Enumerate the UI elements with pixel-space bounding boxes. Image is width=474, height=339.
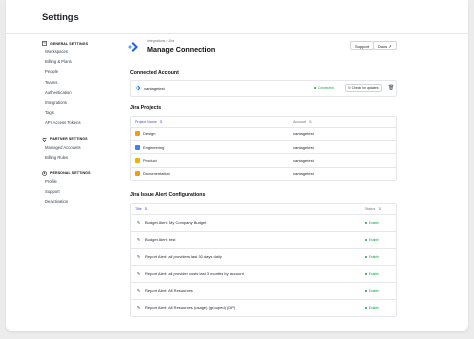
general-settings-heading: GENERAL SETTINGS xyxy=(42,40,114,47)
sidebar-item-deactivation[interactable]: Deactivation xyxy=(42,197,114,207)
project-account: vantagetest xyxy=(293,158,314,164)
project-account: vantagetest xyxy=(293,144,314,150)
status-badge: Enable xyxy=(365,289,379,293)
status-dot-icon xyxy=(365,306,368,309)
page-title: Settings xyxy=(42,12,79,23)
connected-status-badge: Connected xyxy=(314,86,334,90)
sidebar-item-tags[interactable]: Tags xyxy=(42,108,114,118)
breadcrumb[interactable]: Integrations › Jira xyxy=(147,39,174,43)
project-documentation-icon xyxy=(135,171,140,177)
project-design-icon xyxy=(135,131,140,137)
jira-icon xyxy=(135,85,141,92)
sidebar-item-workspaces[interactable]: Workspaces xyxy=(42,47,114,57)
status-badge: Enable xyxy=(365,306,379,310)
column-account[interactable]: Account ⇅ xyxy=(293,120,312,124)
trash-icon[interactable]: 🗑 xyxy=(388,85,394,91)
sidebar-item-integrations[interactable]: Integrations xyxy=(42,98,114,108)
project-account: vantagetest xyxy=(293,171,314,177)
handshake-icon xyxy=(42,137,47,142)
user-icon xyxy=(42,171,47,176)
jira-projects-heading: Jira Projects xyxy=(130,105,162,111)
edit-pencil-icon[interactable]: ✎ xyxy=(135,236,142,243)
sidebar-item-support[interactable]: Support xyxy=(42,187,114,197)
table-row[interactable]: Documentation vantagetest xyxy=(131,166,396,180)
alert-configs-table: Title ⇅ Status ⇅ ✎ Budget Alert: My Comp… xyxy=(130,203,397,317)
status-dot-icon xyxy=(365,221,368,224)
sidebar-item-billing-plans[interactable]: Billing & Plans xyxy=(42,57,114,67)
table-row[interactable]: ✎ Report Alert: all providers last 30 da… xyxy=(131,247,396,265)
status-dot-icon xyxy=(365,238,368,241)
sidebar-item-profile[interactable]: Profile xyxy=(42,177,114,187)
header-divider xyxy=(6,33,468,34)
status-badge: Enable xyxy=(365,238,379,242)
status-badge: Enable xyxy=(365,255,379,259)
table-row[interactable]: ✎ Report Alert: all provider costs last … xyxy=(131,264,396,282)
project-account: vantagetest xyxy=(293,131,314,137)
sort-icon: ⇅ xyxy=(309,119,313,124)
table-row[interactable]: Product vantagetest xyxy=(131,153,396,166)
sidebar-item-teams[interactable]: Teams xyxy=(42,78,114,88)
sidebar-item-billing-rules[interactable]: Billing Rules xyxy=(42,153,114,163)
table-row[interactable]: ✎ Budget Alert: test Enable xyxy=(131,230,396,248)
personal-settings-heading: PERSONAL SETTINGS xyxy=(42,170,114,177)
refresh-icon: ↻ xyxy=(348,86,351,90)
alert-configs-heading: Jira Issue Alert Configurations xyxy=(130,192,206,198)
sort-icon: ⇅ xyxy=(144,206,148,211)
project-engineering-icon xyxy=(135,144,140,150)
edit-pencil-icon[interactable]: ✎ xyxy=(135,304,142,311)
settings-window: Settings GENERAL SETTINGS Workspaces Bil… xyxy=(6,0,468,331)
connected-account-row: vantagetest xyxy=(135,85,165,92)
connected-account-heading: Connected Account xyxy=(130,70,179,76)
status-dot-icon xyxy=(365,255,368,258)
table-header: Title ⇅ Status ⇅ xyxy=(131,204,396,214)
sidebar: GENERAL SETTINGS Workspaces Billing & Pl… xyxy=(42,40,114,207)
sort-icon: ⇅ xyxy=(378,206,382,211)
table-header: Project Name ⇅ Account ⇅ xyxy=(131,117,396,127)
table-row[interactable]: ✎ Budget Alert: My Company Budget Enable xyxy=(131,213,396,231)
edit-pencil-icon[interactable]: ✎ xyxy=(135,219,142,226)
jira-logo-icon xyxy=(127,40,139,52)
status-dot-icon xyxy=(365,289,368,292)
sidebar-item-api-access-tokens[interactable]: API Access Tokens xyxy=(42,118,114,128)
connected-account-card: vantagetest Connected ↻ Check for update… xyxy=(130,80,397,97)
status-dot-icon xyxy=(365,272,368,275)
sidebar-item-authentication[interactable]: Authentication xyxy=(42,88,114,98)
column-status[interactable]: Status ⇅ xyxy=(365,207,381,211)
table-row[interactable]: ✎ Report Alert: All Resources (usage) (g… xyxy=(131,298,396,316)
sort-icon: ⇅ xyxy=(159,119,163,124)
edit-pencil-icon[interactable]: ✎ xyxy=(135,253,142,260)
column-title[interactable]: Title ⇅ xyxy=(135,207,148,211)
edit-pencil-icon[interactable]: ✎ xyxy=(135,270,142,277)
status-badge: Enable xyxy=(365,221,379,225)
status-badge: Enable xyxy=(365,272,379,276)
project-product-icon xyxy=(135,158,140,164)
building-icon xyxy=(42,41,47,46)
table-row[interactable]: ✎ Report Alert: All Resources Enable xyxy=(131,281,396,299)
docs-button[interactable]: Docs ↗ xyxy=(373,41,397,50)
table-row[interactable]: Design vantagetest xyxy=(131,126,396,140)
sidebar-item-managed-accounts[interactable]: Managed Accounts xyxy=(42,143,114,153)
check-for-updates-button[interactable]: ↻ Check for updates xyxy=(345,84,382,92)
status-dot-icon xyxy=(314,86,317,90)
column-project-name[interactable]: Project Name ⇅ xyxy=(135,120,163,124)
edit-pencil-icon[interactable]: ✎ xyxy=(135,287,142,294)
jira-projects-table: Project Name ⇅ Account ⇅ Design vantaget… xyxy=(130,116,397,182)
support-button[interactable]: Support xyxy=(350,41,375,50)
sidebar-item-people[interactable]: People xyxy=(42,67,114,77)
table-row[interactable]: Engineering vantagetest xyxy=(131,139,396,153)
account-name: vantagetest xyxy=(144,86,165,91)
partner-settings-heading: PARTNER SETTINGS xyxy=(42,136,114,143)
manage-connection-title: Manage Connection xyxy=(147,45,216,54)
